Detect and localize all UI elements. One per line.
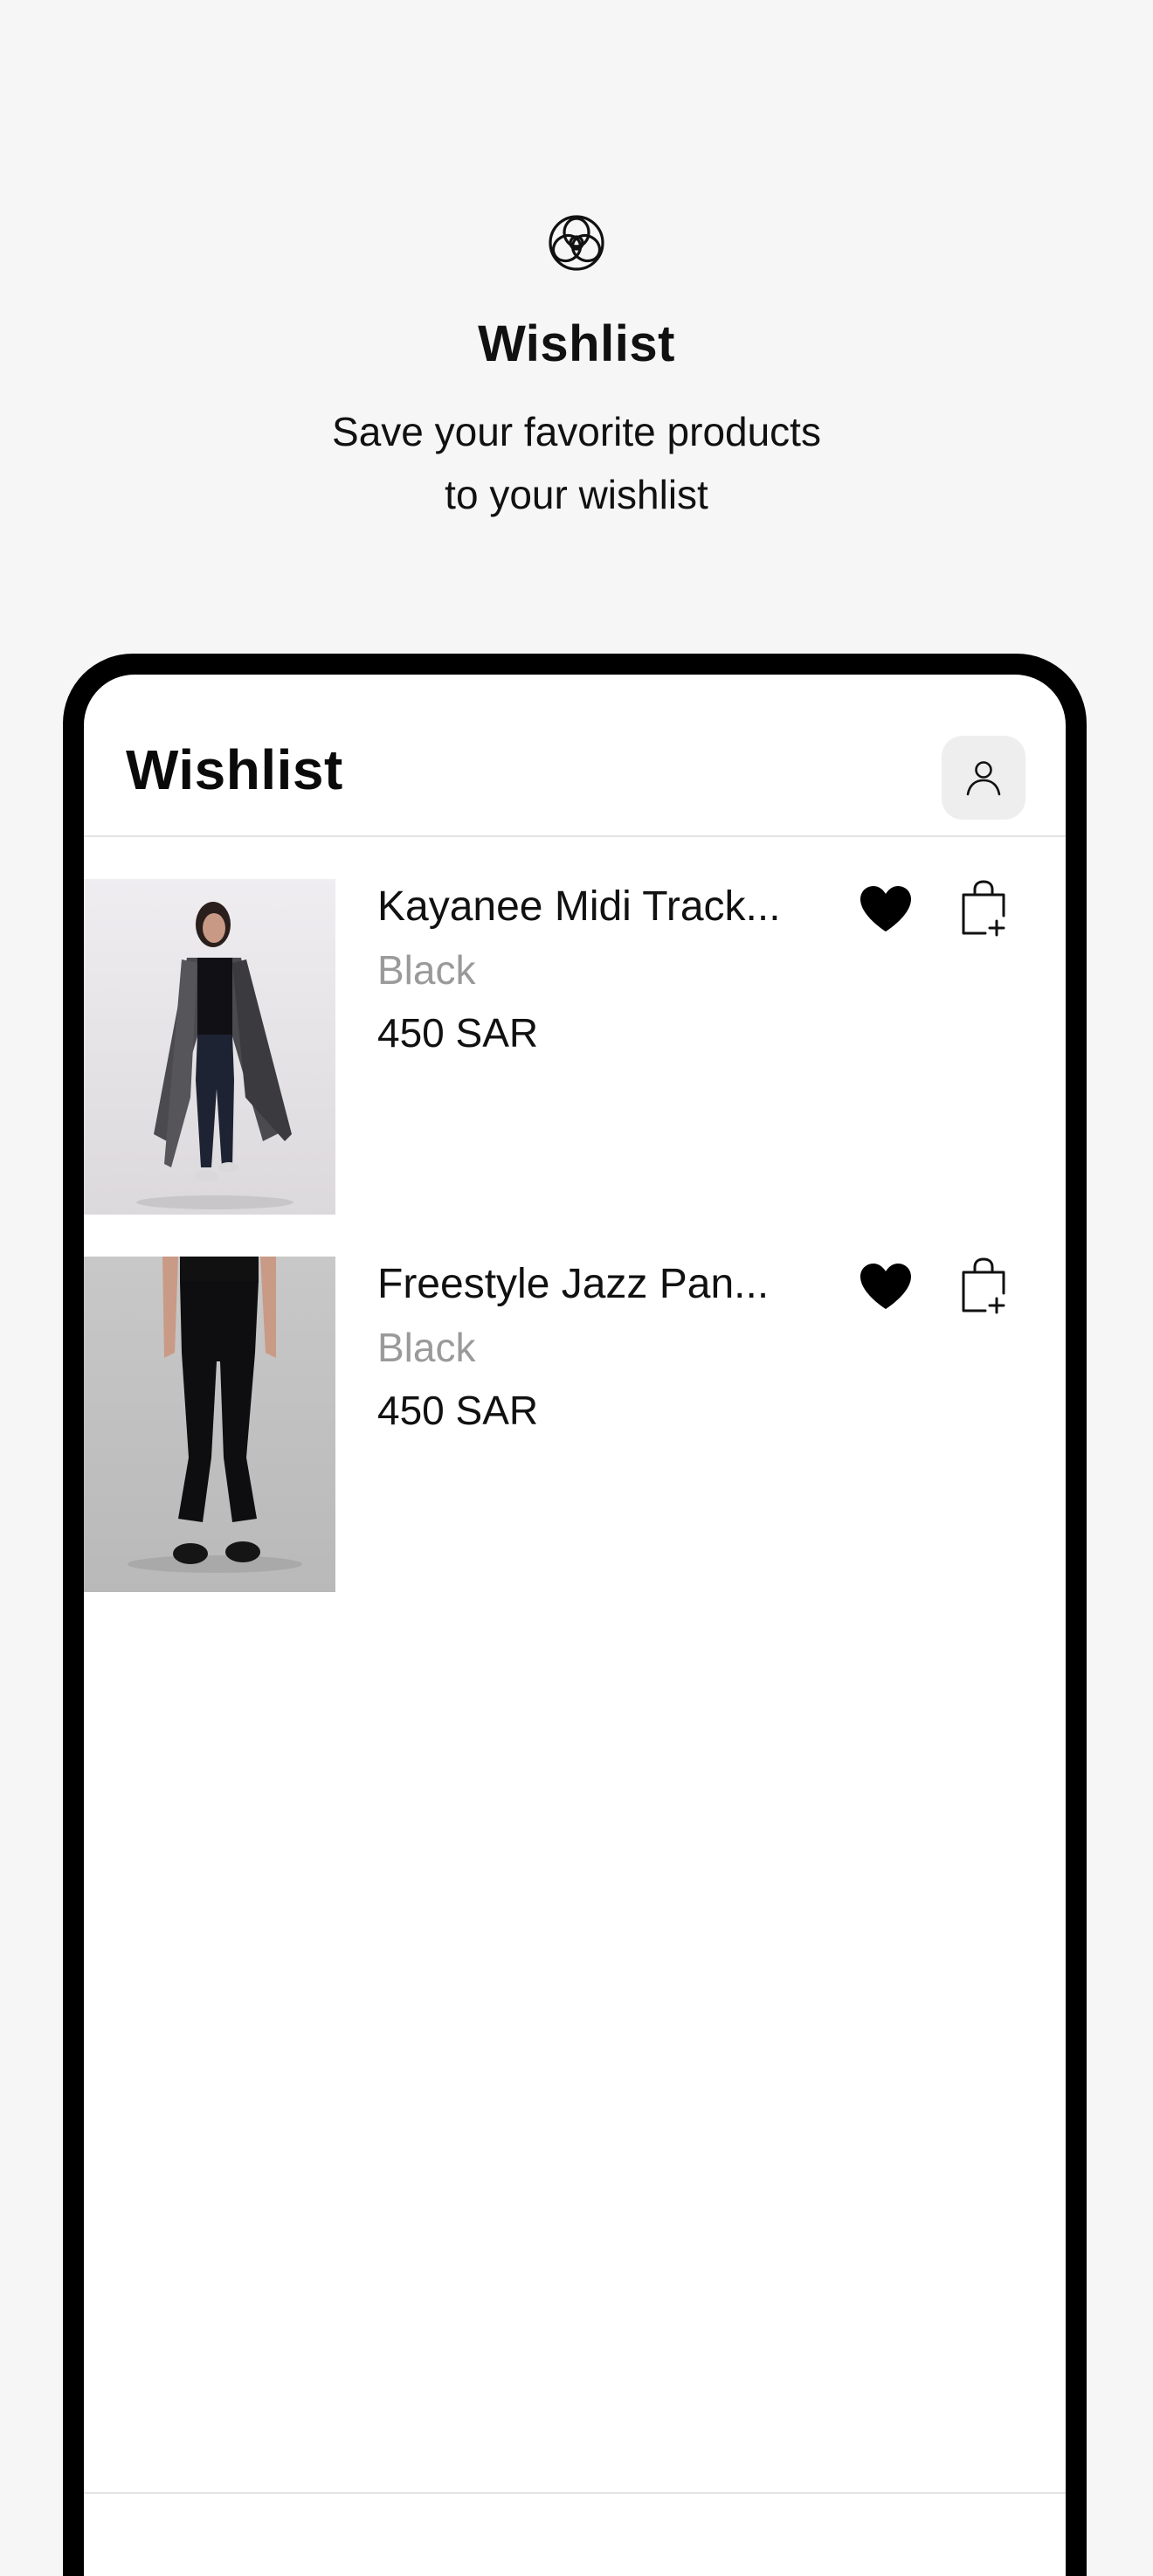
hero-subtitle-line-2: to your wishlist: [445, 472, 708, 517]
bottom-bar-divider: [84, 2492, 1066, 2494]
heart-filled-icon: [860, 1264, 911, 1309]
heart-filled-icon: [860, 886, 911, 931]
hero-title: Wishlist: [478, 315, 675, 372]
bag-add-icon: [962, 880, 1005, 937]
hero-subtitle-line-1: Save your favorite products: [332, 409, 821, 454]
wishlist-item[interactable]: Kayanee Midi Track... Black 450 SAR: [84, 879, 1066, 1215]
product-variant: Black: [377, 947, 476, 993]
product-name[interactable]: Freestyle Jazz Pan...: [377, 1257, 832, 1312]
product-photo-flared-pants: [84, 1257, 335, 1592]
wishlist-item[interactable]: Freestyle Jazz Pan... Black 450 SAR: [84, 1257, 1066, 1592]
device-frame: Wishlist Kayanee Midi Track... Black 450…: [63, 654, 1087, 2576]
remove-from-wishlist-button[interactable]: [853, 1258, 919, 1314]
product-image[interactable]: [84, 879, 335, 1215]
add-to-cart-button[interactable]: [956, 877, 1011, 940]
hero-subtitle: Save your favorite products to your wish…: [227, 400, 926, 526]
promo-hero: Wishlist Save your favorite products to …: [0, 0, 1153, 647]
bag-add-icon: [962, 1257, 1005, 1314]
app-screen: Wishlist Kayanee Midi Track... Black 450…: [84, 675, 1066, 2576]
product-price: 450 SAR: [377, 1010, 539, 1056]
remove-from-wishlist-button[interactable]: [853, 881, 919, 937]
product-variant: Black: [377, 1325, 476, 1370]
user-icon: [966, 761, 1001, 796]
product-photo-model-cardigan: [84, 879, 335, 1215]
product-name[interactable]: Kayanee Midi Track...: [377, 879, 832, 935]
page-title: Wishlist: [126, 738, 343, 801]
brand-knot-icon: [549, 215, 604, 271]
app-header: Wishlist: [84, 675, 1066, 837]
profile-button[interactable]: [942, 736, 1025, 820]
product-price: 450 SAR: [377, 1388, 539, 1433]
add-to-cart-button[interactable]: [956, 1255, 1011, 1318]
product-image[interactable]: [84, 1257, 335, 1592]
